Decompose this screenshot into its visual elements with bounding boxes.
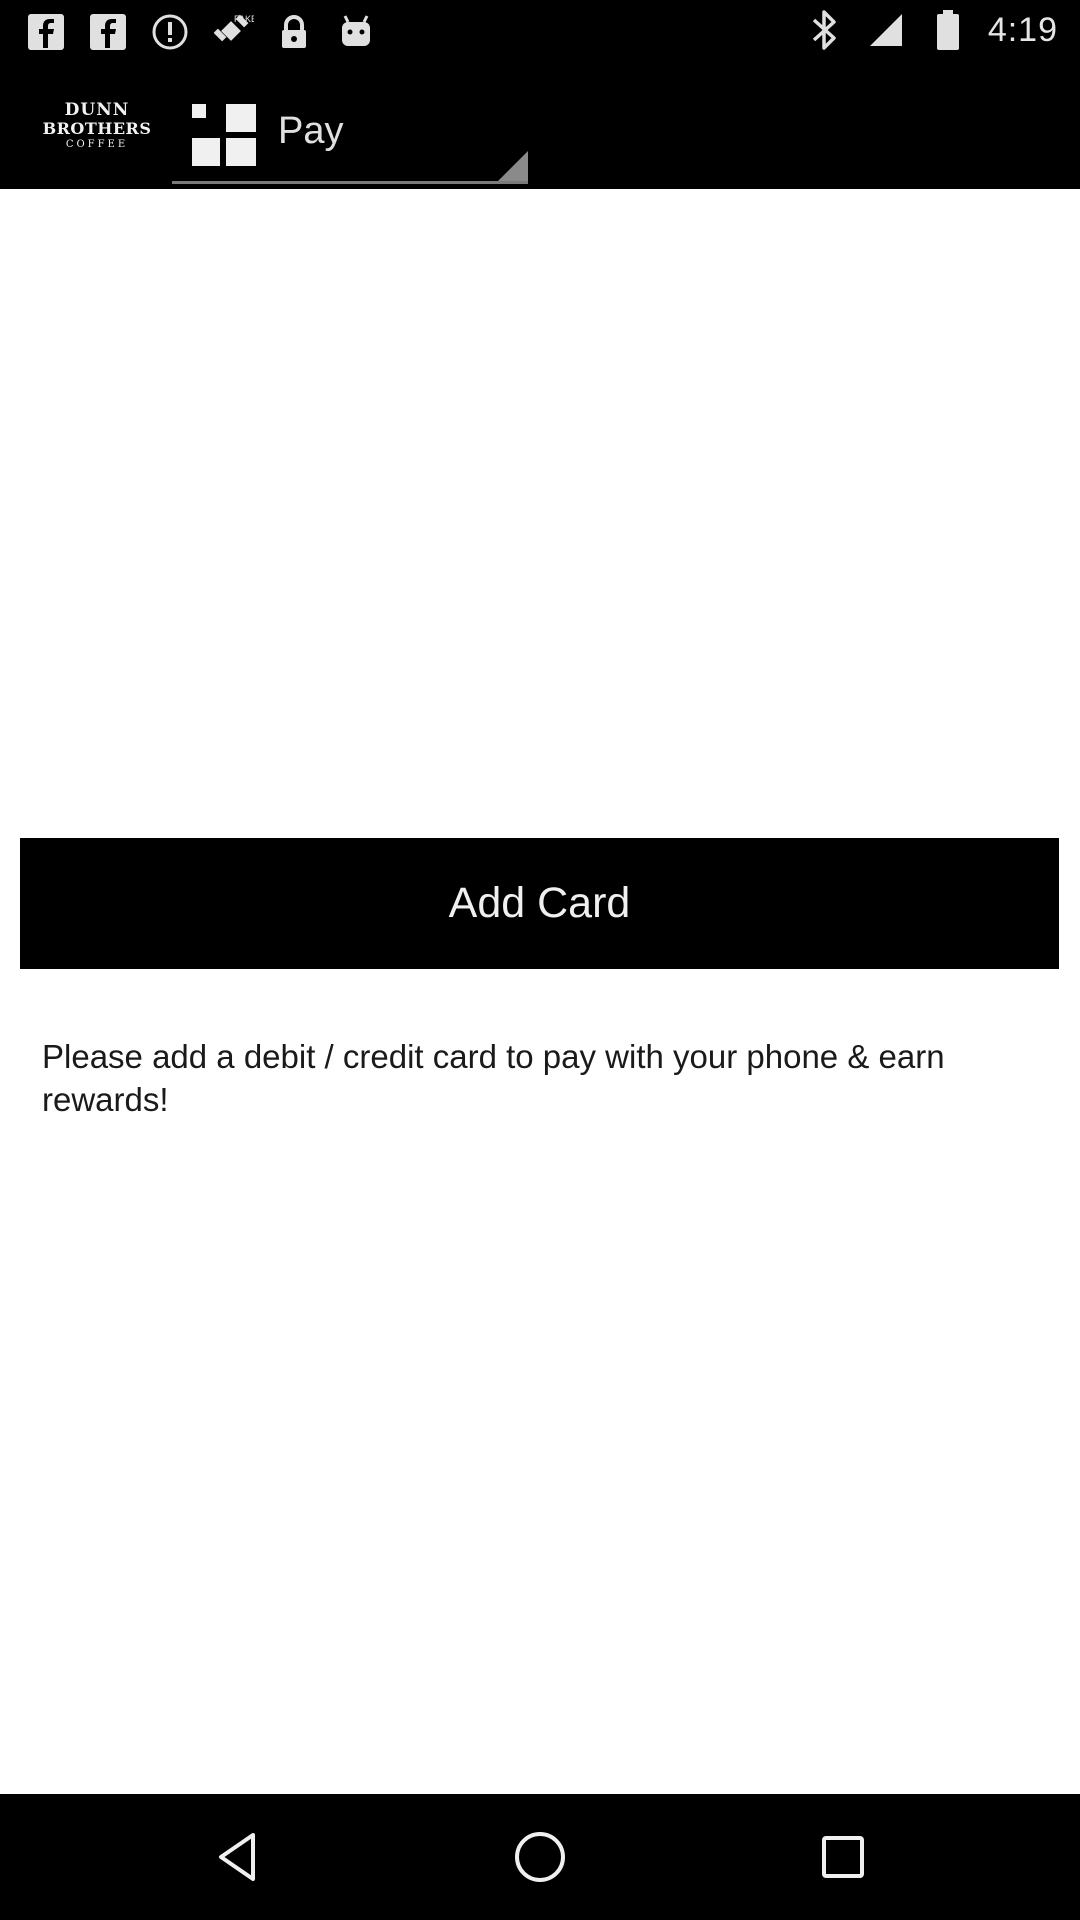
logo-line-2: BROTHERS [42,119,152,138]
fake-gps-icon: FAKE [210,10,254,54]
logo-line-1: DUNN [64,100,130,120]
back-icon[interactable] [200,1820,274,1894]
section-spinner[interactable]: Pay [172,76,528,184]
dunn-brothers-logo[interactable]: DUNN BROTHERS COFFEE [42,98,152,154]
battery-icon [926,8,970,52]
logo-line-3: COFFEE [65,139,129,150]
android-icon [334,10,378,54]
notification-icons: FAKE [24,10,378,54]
status-time: 4:19 [987,10,1058,49]
dropdown-indicator-icon [498,151,528,181]
lock-icon [272,10,316,54]
signal-icon [864,8,908,52]
status-bar: FAKE 4:19 [0,0,1080,64]
facebook-icon [86,10,130,54]
system-icons: 4:19 [802,8,1058,52]
recents-icon[interactable] [806,1820,880,1894]
facebook-icon [24,10,68,54]
bluetooth-icon [802,8,846,52]
alert-icon [148,10,192,54]
grid-icon [192,104,256,166]
svg-text:FAKE: FAKE [234,14,254,24]
add-card-message: Please add a debit / credit card to pay … [42,1038,945,1118]
main-content: Add Card Please add a debit / credit car… [0,189,1080,1794]
home-icon[interactable] [503,1820,577,1894]
spinner-label: Pay [278,110,344,152]
app-bar: DUNN BROTHERS COFFEE Pay [0,64,1080,189]
add-card-button[interactable]: Add Card [20,838,1059,969]
navigation-bar [0,1794,1080,1920]
